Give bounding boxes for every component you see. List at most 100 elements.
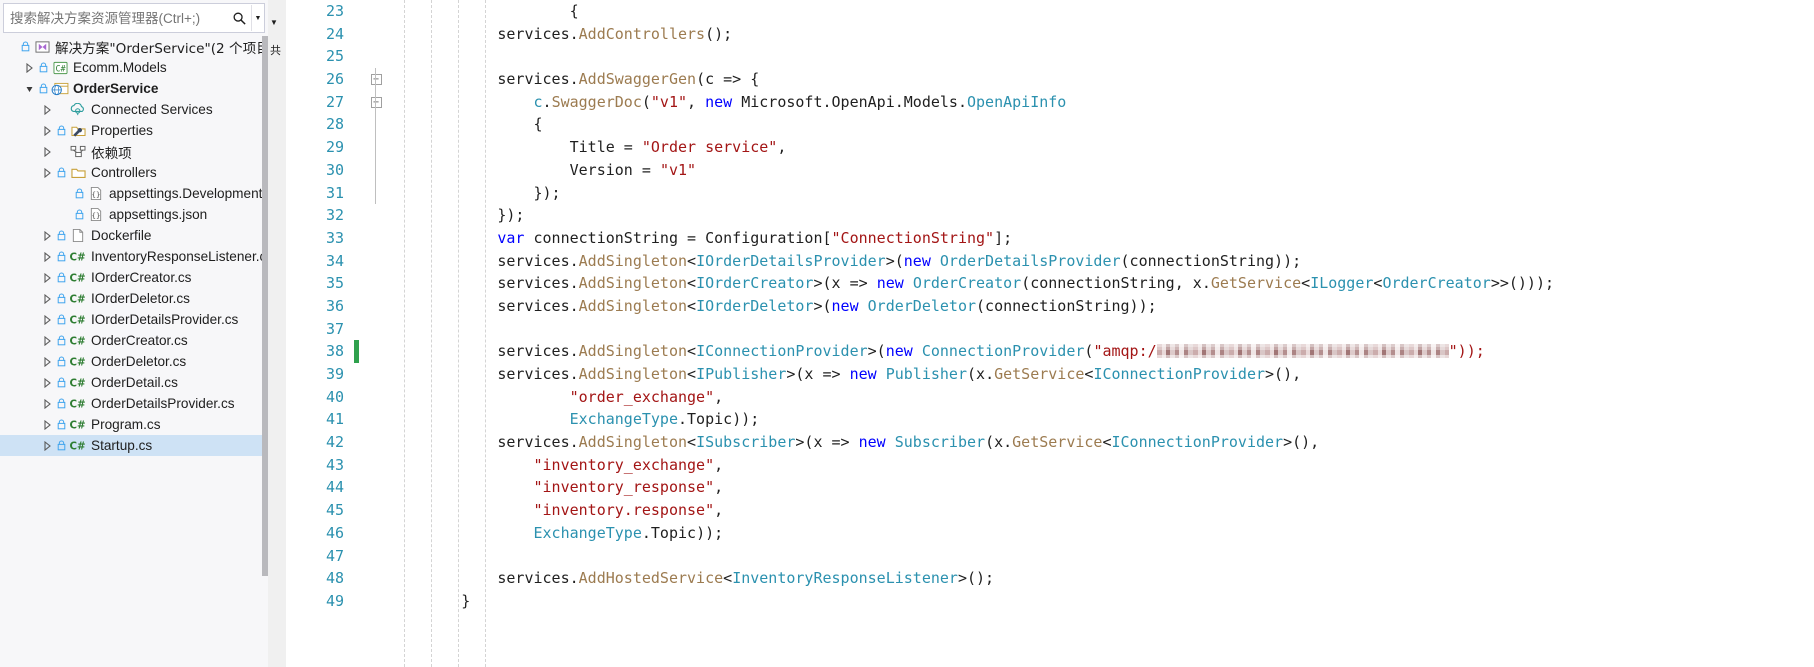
code-line[interactable]: 39 services.AddSingleton<IPublisher>(x =… bbox=[286, 363, 1814, 386]
code-token: >( bbox=[867, 342, 886, 361]
code-line[interactable]: 35 services.AddSingleton<IOrderCreator>(… bbox=[286, 272, 1814, 295]
tree-item--[interactable]: 依赖项 bbox=[0, 141, 268, 162]
code-token: < bbox=[687, 433, 697, 452]
code-line[interactable]: 23 { bbox=[286, 0, 1814, 23]
chevron-right-icon[interactable] bbox=[39, 435, 55, 456]
tree-item-inventoryresponselistener.c[interactable]: C# InventoryResponseListener.c bbox=[0, 246, 268, 267]
tree-item-controllers[interactable]: Controllers bbox=[0, 162, 268, 183]
chevron-right-icon[interactable] bbox=[39, 414, 55, 435]
code-token: . bbox=[641, 523, 651, 542]
code-line-text: services.AddControllers(); bbox=[387, 23, 732, 46]
chevron-right-icon[interactable] bbox=[39, 99, 55, 120]
change-indicator-bar bbox=[354, 204, 359, 227]
code-line[interactable]: 28 { bbox=[286, 113, 1814, 137]
tree-item-connected-services[interactable]: Connected Services bbox=[0, 99, 268, 120]
chevron-right-icon[interactable] bbox=[39, 330, 55, 351]
chevron-right-icon[interactable] bbox=[39, 372, 55, 393]
tree-item-orderdeletor.cs[interactable]: C# OrderDeletor.cs bbox=[0, 351, 268, 372]
change-indicator-bar bbox=[354, 272, 359, 295]
code-token: Subscriber bbox=[894, 433, 986, 452]
solution-explorer-search-bar[interactable]: ▼ bbox=[3, 3, 265, 33]
code-line[interactable]: 29 Title = "Order service", bbox=[286, 136, 1814, 159]
line-number: 36 bbox=[325, 296, 344, 315]
code-line[interactable]: 25 bbox=[286, 45, 1814, 68]
outline-spacer bbox=[365, 386, 387, 409]
chevron-right-icon[interactable] bbox=[21, 57, 37, 78]
chevron-down-icon[interactable]: ▼ bbox=[270, 18, 278, 27]
chevron-right-icon[interactable] bbox=[39, 120, 55, 141]
code-line[interactable]: 32 }); bbox=[286, 204, 1814, 227]
code-line[interactable]: 36 services.AddSingleton<IOrderDeletor>(… bbox=[286, 295, 1814, 318]
code-line[interactable]: 49 } bbox=[286, 590, 1814, 613]
chevron-down-icon[interactable]: ▼ bbox=[251, 5, 264, 31]
csharp-file-icon: C# bbox=[68, 246, 88, 267]
collapse-region-icon[interactable]: − bbox=[365, 68, 387, 91]
code-line[interactable]: 48 services.AddHostedService<InventoryRe… bbox=[286, 567, 1814, 590]
code-line[interactable]: 37 bbox=[286, 318, 1814, 341]
chevron-right-icon[interactable] bbox=[39, 309, 55, 330]
line-number: 33 bbox=[325, 228, 344, 247]
chevron-right-icon[interactable] bbox=[39, 351, 55, 372]
tree-item-dockerfile[interactable]: Dockerfile bbox=[0, 225, 268, 246]
search-input[interactable] bbox=[4, 10, 227, 26]
chevron-right-icon[interactable] bbox=[39, 162, 55, 183]
chevron-down-icon[interactable] bbox=[21, 78, 37, 99]
chevron-right-icon[interactable] bbox=[39, 267, 55, 288]
tree-item--orderservice-2-[interactable]: 解决方案"OrderService"(2 个项目, 共 bbox=[0, 36, 268, 57]
code-token: OrderCreator bbox=[1382, 274, 1491, 293]
code-line[interactable]: 44 "inventory_response", bbox=[286, 476, 1814, 499]
code-token: , bbox=[714, 501, 724, 520]
outline-guide-line bbox=[365, 158, 387, 182]
code-line[interactable]: 30 Version = "v1" bbox=[286, 158, 1814, 182]
code-line[interactable]: 45 "inventory.response", bbox=[286, 499, 1814, 522]
code-text-area[interactable]: 23 {24 services.AddControllers(); 25 26− s… bbox=[286, 0, 1814, 667]
code-line[interactable]: 41 ExchangeType.Topic)); bbox=[286, 408, 1814, 431]
code-line[interactable]: 26 − services.AddSwaggerGen(c => { bbox=[286, 68, 1814, 91]
code-line[interactable]: 38 services.AddSingleton<IConnectionProv… bbox=[286, 340, 1814, 363]
code-token: } bbox=[389, 591, 471, 610]
tree-item-appsettings.json[interactable]: {} appsettings.json bbox=[0, 204, 268, 225]
chevron-right-icon[interactable] bbox=[39, 288, 55, 309]
code-line[interactable]: 33 var connectionString = Configuration[… bbox=[286, 227, 1814, 250]
chevron-right-icon[interactable] bbox=[39, 246, 55, 267]
connected-services-icon bbox=[68, 99, 88, 120]
tree-item-ordercreator.cs[interactable]: C# OrderCreator.cs bbox=[0, 330, 268, 351]
chevron-right-icon[interactable] bbox=[39, 141, 55, 162]
tree-item-orderdetail.cs[interactable]: C# OrderDetail.cs bbox=[0, 372, 268, 393]
tree-item-orderservice[interactable]: OrderService bbox=[0, 78, 268, 99]
code-line[interactable]: 42 services.AddSingleton<ISubscriber>(x … bbox=[286, 431, 1814, 454]
code-token: "inventory_response" bbox=[533, 478, 715, 497]
tree-item-iorderdeletor.cs[interactable]: C# IOrderDeletor.cs bbox=[0, 288, 268, 309]
tree-item-ecomm.models[interactable]: C# Ecomm.Models bbox=[0, 57, 268, 78]
chevron-right-icon[interactable] bbox=[39, 393, 55, 414]
search-icon[interactable] bbox=[227, 5, 251, 31]
outline-spacer bbox=[365, 499, 387, 522]
chevron-right-icon[interactable] bbox=[39, 225, 55, 246]
tree-item-iordercreator.cs[interactable]: C# IOrderCreator.cs bbox=[0, 267, 268, 288]
code-line-text: services.AddSingleton<IPublisher>(x => n… bbox=[387, 363, 1301, 386]
code-line[interactable]: 40 "order_exchange", bbox=[286, 386, 1814, 409]
code-line[interactable]: 43 "inventory_exchange", bbox=[286, 454, 1814, 477]
svg-text:{}: {} bbox=[92, 190, 101, 199]
code-token: >( bbox=[885, 251, 904, 270]
tree-item-program.cs[interactable]: C# Program.cs bbox=[0, 414, 268, 435]
code-line[interactable]: 24 services.AddControllers(); bbox=[286, 23, 1814, 46]
code-line[interactable]: 27− c.SwaggerDoc("v1", new Microsoft.Ope… bbox=[286, 90, 1814, 114]
code-line[interactable]: 31 }); bbox=[286, 181, 1814, 205]
tree-item-iorderdetailsprovider.cs[interactable]: C# IOrderDetailsProvider.cs bbox=[0, 309, 268, 330]
expander-placeholder bbox=[57, 204, 73, 225]
csharp-file-icon: C# bbox=[68, 372, 88, 393]
code-line[interactable]: 34 services.AddSingleton<IOrderDetailsPr… bbox=[286, 250, 1814, 273]
code-line[interactable]: 46 ExchangeType.Topic)); bbox=[286, 522, 1814, 545]
collapse-region-icon[interactable]: − bbox=[365, 90, 387, 114]
tree-item-properties[interactable]: Properties bbox=[0, 120, 268, 141]
tree-item-orderdetailsprovider.cs[interactable]: C# OrderDetailsProvider.cs bbox=[0, 393, 268, 414]
tree-item-startup.cs[interactable]: C# Startup.cs bbox=[0, 435, 268, 456]
code-line-text: ExchangeType.Topic)); bbox=[387, 522, 724, 545]
change-indicator-bar bbox=[354, 431, 359, 454]
tree-item-appsettings.development.jso[interactable]: {} appsettings.Development.jso bbox=[0, 183, 268, 204]
code-token: new bbox=[849, 365, 877, 383]
code-line-text: services.AddSingleton<IConnectionProvide… bbox=[387, 340, 1484, 363]
code-line[interactable]: 47 bbox=[286, 545, 1814, 568]
solution-tree[interactable]: 解决方案"OrderService"(2 个项目, 共 C# Ecomm.Model… bbox=[0, 33, 268, 667]
